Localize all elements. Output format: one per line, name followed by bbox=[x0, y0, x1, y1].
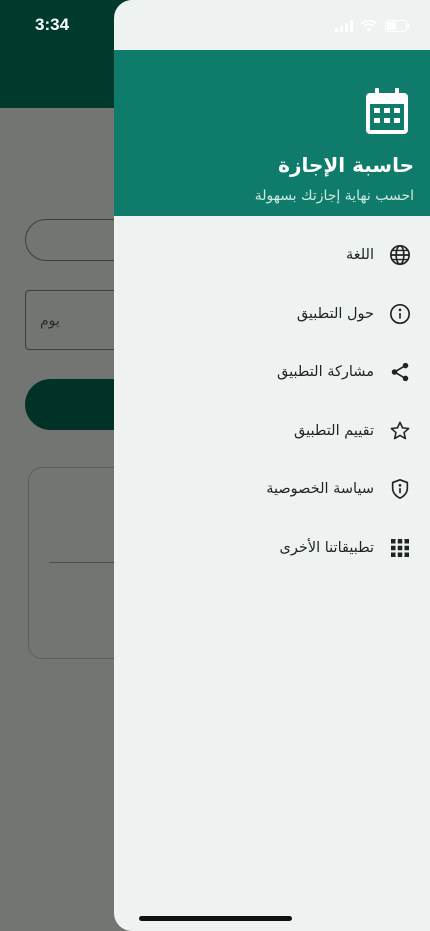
share-icon bbox=[388, 360, 412, 384]
battery-icon bbox=[385, 17, 410, 36]
menu-item-label: مشاركة التطبيق bbox=[277, 364, 374, 381]
menu-item-label: تطبيقاتنا الأخرى bbox=[279, 539, 374, 556]
wifi-icon bbox=[361, 17, 377, 36]
star-icon bbox=[388, 419, 412, 443]
home-indicator[interactable] bbox=[139, 916, 292, 921]
app-subtitle: احسب نهاية إجازتك بسهولة bbox=[254, 188, 414, 204]
shield-icon bbox=[388, 477, 412, 501]
menu-item-privacy[interactable]: سياسة الخصوصية bbox=[114, 460, 430, 519]
menu-item-share[interactable]: مشاركة التطبيق bbox=[114, 343, 430, 402]
menu-item-language[interactable]: اللغة bbox=[114, 226, 430, 285]
menu-item-label: تقييم التطبيق bbox=[294, 422, 374, 439]
menu-item-rate[interactable]: تقييم التطبيق bbox=[114, 402, 430, 461]
menu-item-label: سياسة الخصوصية bbox=[266, 481, 374, 498]
globe-icon bbox=[388, 243, 412, 267]
calendar-icon bbox=[366, 88, 408, 134]
signal-icon bbox=[335, 17, 353, 36]
status-time: 3:34 bbox=[35, 15, 70, 34]
drawer-menu: اللغة حول التطبيق مشاركة التطبيق تقييم ا… bbox=[114, 226, 430, 577]
menu-item-other-apps[interactable]: تطبيقاتنا الأخرى bbox=[114, 519, 430, 578]
menu-item-label: اللغة bbox=[345, 247, 374, 264]
menu-item-about[interactable]: حول التطبيق bbox=[114, 285, 430, 344]
app-title: حاسبة الإجازة bbox=[278, 153, 414, 177]
day-unit-field-value: يوم bbox=[40, 313, 60, 329]
info-icon bbox=[388, 302, 412, 326]
apps-grid-icon bbox=[388, 536, 412, 560]
drawer-header: حاسبة الإجازة احسب نهاية إجازتك بسهولة bbox=[114, 50, 430, 216]
navigation-drawer: حاسبة الإجازة احسب نهاية إجازتك بسهولة ا… bbox=[114, 0, 430, 931]
status-icons bbox=[335, 17, 410, 36]
menu-item-label: حول التطبيق bbox=[296, 305, 374, 322]
